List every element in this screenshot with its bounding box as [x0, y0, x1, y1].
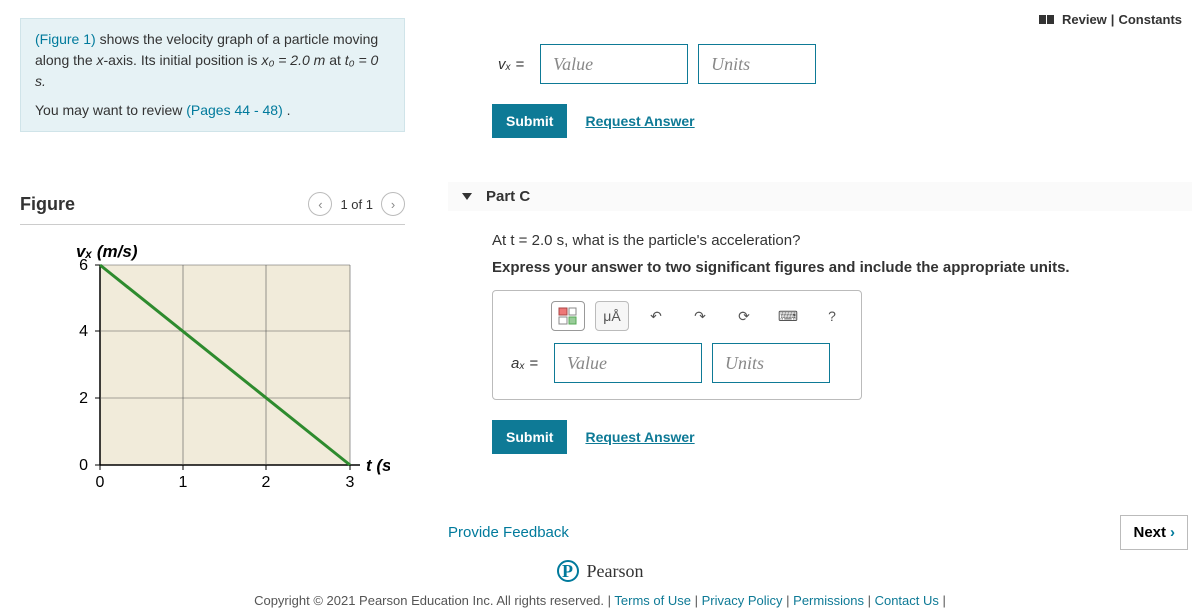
svg-text:2: 2 [79, 390, 88, 407]
submit-button-b[interactable]: Submit [492, 104, 567, 138]
svg-text:3: 3 [346, 474, 355, 491]
part-b-answer: vₓ = Value Units Submit Request Answer [492, 44, 1192, 138]
ax-label: aₓ = [505, 343, 544, 383]
submit-button-c[interactable]: Submit [492, 420, 567, 454]
privacy-link[interactable]: Privacy Policy [702, 593, 783, 608]
pager-prev-button[interactable]: ‹ [308, 192, 332, 216]
templates-icon[interactable] [551, 301, 585, 331]
ax-value-input[interactable]: Value [554, 343, 702, 383]
velocity-graph: 0 2 4 6 0 1 2 3 vₓ (m/s) t (s) [50, 245, 390, 505]
part-c-instruction: Express your answer to two significant f… [492, 259, 1192, 276]
chevron-right-icon: › [1170, 524, 1175, 541]
undo-icon[interactable]: ↶ [639, 301, 673, 331]
ax-units-input[interactable]: Units [712, 343, 830, 383]
next-button[interactable]: Next › [1120, 515, 1188, 550]
figure-pager: ‹ 1 of 1 › [308, 192, 405, 216]
figure-title: Figure [20, 194, 75, 215]
part-c-answerbox: μÅ ↶ ↷ ⟳ ⌨ ? aₓ = Value Units [492, 290, 862, 400]
svg-text:t (s): t (s) [366, 456, 390, 475]
collapse-icon [462, 193, 472, 200]
svg-text:2: 2 [262, 474, 271, 491]
reset-icon[interactable]: ⟳ [727, 301, 761, 331]
svg-text:vₓ (m/s): vₓ (m/s) [76, 245, 138, 261]
pager-next-button[interactable]: › [381, 192, 405, 216]
keyboard-icon[interactable]: ⌨ [771, 301, 805, 331]
help-button[interactable]: ? [815, 301, 849, 331]
pearson-brand: P Pearson [0, 560, 1200, 582]
part-c-question: At t = 2.0 s, what is the particle's acc… [492, 229, 1192, 253]
pages-link[interactable]: (Pages 44 - 48) [186, 102, 283, 118]
redo-icon[interactable]: ↷ [683, 301, 717, 331]
vx-value-input[interactable]: Value [540, 44, 688, 84]
request-answer-b[interactable]: Request Answer [585, 113, 694, 129]
part-c-title: Part C [486, 188, 530, 205]
permissions-link[interactable]: Permissions [793, 593, 864, 608]
request-answer-c[interactable]: Request Answer [585, 429, 694, 445]
svg-text:1: 1 [179, 474, 188, 491]
pearson-logo-icon: P [557, 560, 579, 582]
contact-link[interactable]: Contact Us [875, 593, 939, 608]
terms-link[interactable]: Terms of Use [614, 593, 691, 608]
problem-intro: (Figure 1) shows the velocity graph of a… [20, 18, 405, 132]
part-c-header[interactable]: Part C [448, 182, 1192, 211]
footer: Copyright © 2021 Pearson Education Inc. … [0, 593, 1200, 608]
vx-units-input[interactable]: Units [698, 44, 816, 84]
svg-text:4: 4 [79, 323, 88, 340]
mu-angstrom-button[interactable]: μÅ [595, 301, 629, 331]
pager-label: 1 of 1 [340, 197, 373, 212]
figure-header: Figure ‹ 1 of 1 › [20, 192, 405, 225]
figure-link[interactable]: (Figure 1) [35, 31, 96, 47]
svg-text:0: 0 [79, 457, 88, 474]
svg-text:0: 0 [96, 474, 105, 491]
provide-feedback-link[interactable]: Provide Feedback [448, 524, 569, 541]
vx-label: vₓ = [492, 44, 530, 84]
